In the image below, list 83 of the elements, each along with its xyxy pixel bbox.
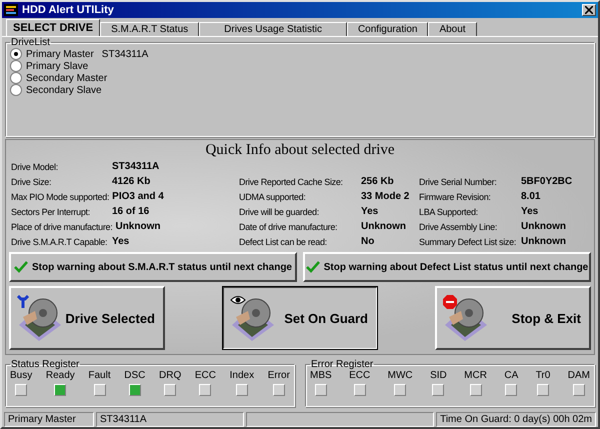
radio-button[interactable] — [10, 48, 22, 60]
tab[interactable]: S.M.A.R.T Status — [100, 22, 200, 36]
flag-label: Fault — [88, 370, 111, 381]
action-button[interactable]: Drive Selected — [9, 286, 165, 350]
tab[interactable]: Drives Usage Statistic — [199, 22, 347, 36]
info-value: Unknown — [115, 221, 160, 232]
warning-button[interactable]: Stop warning about S.M.A.R.T status until next change — [9, 252, 297, 282]
info-label: LBA Supported: — [419, 206, 479, 216]
info-value: ST34311A — [112, 161, 160, 172]
action-button[interactable]: Stop & Exit — [435, 286, 591, 350]
status-time-on-guard: Time On Guard: 0 day(s) 00h 02m — [436, 412, 596, 427]
flag-label: DSC — [124, 370, 146, 381]
radio-label[interactable]: Primary Master — [26, 48, 94, 60]
info-label: Place of drive manufacture: — [11, 222, 112, 232]
eye-icon — [230, 295, 246, 305]
info-value: Unknown — [521, 236, 566, 247]
info-value: 8.01 — [521, 191, 540, 202]
status-drive: Primary Master — [4, 412, 94, 427]
flag-label: ECC — [349, 370, 370, 381]
app-icon — [4, 4, 18, 16]
stop-sign-icon — [443, 295, 457, 309]
info-value: PIO3 and 4 — [112, 191, 164, 202]
info-label: Drive Reported Cache Size: — [239, 176, 344, 186]
group-title: Error Register — [310, 359, 374, 370]
radio-button[interactable] — [10, 84, 22, 96]
status-model: ST34311A — [96, 412, 244, 427]
info-label: Date of drive manufacture: — [239, 222, 338, 232]
info-label: Drive Serial Number: — [419, 176, 498, 186]
flag-label: DAM — [568, 370, 590, 381]
flag-label: MCR — [464, 370, 487, 381]
wrench-icon — [17, 295, 29, 309]
info-label: Defect List can be read: — [239, 236, 328, 246]
close-button[interactable] — [582, 4, 596, 16]
flag-label: Tr0 — [536, 370, 550, 381]
flag-label: DRQ — [159, 370, 182, 381]
info-value: Unknown — [361, 221, 406, 232]
flag-label: ECC — [194, 370, 216, 381]
info-value: Yes — [521, 206, 538, 217]
window-title: HDD Alert UTILity — [22, 4, 115, 16]
info-value: Unknown — [521, 221, 566, 232]
action-button[interactable]: Set On Guard — [222, 286, 378, 350]
info-value: 256 Kb — [361, 176, 394, 187]
drive-model-text: ST34311A — [102, 48, 148, 60]
close-icon — [585, 6, 593, 14]
info-label: Drive Model: — [11, 162, 59, 172]
info-value: No — [361, 236, 374, 247]
info-label: Sectors Per Interrupt: — [11, 206, 91, 216]
flag-label: MWC — [388, 370, 413, 381]
info-value: 33 Mode 2 — [361, 191, 410, 202]
tab[interactable]: SELECT DRIVE — [6, 19, 100, 36]
info-label: Drive will be guarded: — [239, 206, 320, 216]
tab[interactable]: Configuration — [346, 22, 428, 36]
group-title: DriveList — [10, 37, 51, 48]
flag-label: Busy — [10, 370, 32, 381]
radio-label[interactable]: Secondary Master — [26, 72, 108, 84]
info-value: 4126 Kb — [112, 176, 150, 187]
info-label: Summary Defect List size: — [419, 236, 518, 246]
info-value: 5BF0Y2BC — [521, 176, 572, 187]
check-icon — [306, 261, 320, 273]
info-value: 16 of 16 — [112, 206, 150, 217]
panel-heading: Quick Info about selected drive — [204, 142, 396, 160]
flag-label: Index — [230, 370, 254, 381]
group-title: Status Register — [10, 359, 80, 370]
info-label: Drive Assembly Line: — [419, 222, 498, 232]
info-label: Drive Size: — [11, 176, 52, 186]
warning-button[interactable]: Stop warning about Defect List status until next change — [303, 252, 591, 282]
info-label: UDMA supported: — [239, 192, 307, 202]
flag-label: SID — [430, 370, 447, 381]
info-label: Drive S.M.A.R.T Capable: — [11, 236, 108, 246]
flag-label: Error — [268, 370, 290, 381]
info-label: Max PIO Mode supported: — [11, 192, 110, 202]
radio-button[interactable] — [10, 60, 22, 72]
info-value: Yes — [112, 236, 130, 247]
info-value: Yes — [361, 206, 378, 217]
radio-label[interactable]: Primary Slave — [26, 60, 88, 72]
check-icon — [14, 261, 28, 273]
flag-label: Ready — [46, 370, 75, 381]
radio-button[interactable] — [10, 72, 22, 84]
flag-label: CA — [504, 370, 518, 381]
tab[interactable]: About — [428, 22, 477, 36]
flag-label: MBS — [310, 370, 332, 381]
info-label: Firmware Revision: — [419, 192, 492, 202]
radio-label[interactable]: Secondary Slave — [26, 84, 102, 96]
